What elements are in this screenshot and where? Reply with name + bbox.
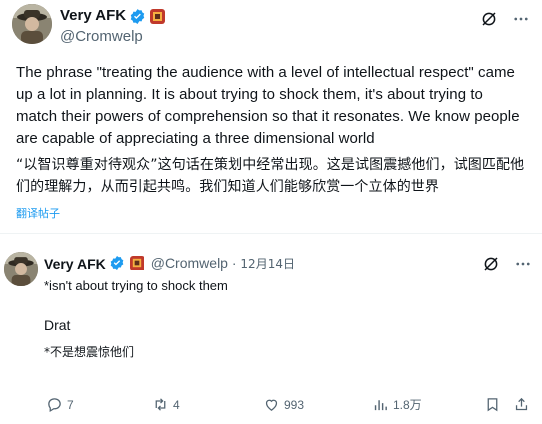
post-text: The phrase "treating the audience with a… [16, 64, 520, 147]
reply-handle[interactable]: @Cromwelp [151, 255, 228, 271]
reply-avatar[interactable] [4, 252, 38, 286]
avatar-image [4, 252, 38, 286]
affiliate-badge-icon [150, 8, 166, 24]
grok-icon[interactable] [482, 255, 500, 273]
display-name[interactable]: Very AFK [60, 6, 126, 26]
reply-count: 7 [67, 397, 74, 412]
share-button[interactable] [513, 396, 530, 413]
translate-post-link[interactable]: 翻译帖子 [16, 205, 60, 221]
like-count: 993 [284, 397, 305, 412]
avatar-image [12, 4, 52, 44]
reply-date[interactable]: 12月14日 [240, 257, 295, 271]
more-icon[interactable] [512, 10, 530, 28]
reply-icon [46, 396, 63, 413]
grok-icon[interactable] [480, 10, 498, 28]
bookmark-button[interactable] [484, 396, 501, 413]
post-header: Very AFK @Cromwelp [60, 6, 530, 46]
divider [0, 233, 542, 234]
repost-button[interactable]: 4 [152, 396, 180, 413]
reply-display-name[interactable]: Very AFK [44, 255, 106, 273]
share-icon [513, 396, 530, 413]
views-button[interactable]: 1.8万 [372, 396, 422, 413]
post-translation: “以智识尊重对待观众”这句话在策划中经常出现。这是试图震撼他们，试图匹配他们的理… [16, 157, 525, 195]
avatar[interactable] [12, 4, 52, 44]
repost-icon [152, 396, 169, 413]
verified-badge-icon [129, 8, 146, 25]
more-icon[interactable] [514, 255, 532, 273]
reply-text-line: Drat [44, 317, 71, 333]
repost-count: 4 [173, 397, 180, 412]
action-bar: 7 4 993 1.8万 [0, 396, 542, 416]
verified-badge-icon [109, 255, 126, 272]
views-icon [372, 396, 389, 413]
reply-header: Very AFK @Cromwelp · 12月14日 [44, 254, 532, 273]
meta-separator: · [231, 255, 237, 271]
reply-text-line: *不是想震惊他们 [44, 345, 135, 359]
like-button[interactable]: 993 [263, 396, 304, 413]
handle[interactable]: @Cromwelp [60, 27, 530, 47]
reply-button[interactable]: 7 [46, 396, 74, 413]
affiliate-badge-icon [129, 256, 145, 271]
reply-text-line: *isn't about trying to shock them [44, 278, 228, 293]
views-count: 1.8万 [393, 398, 422, 412]
like-icon [263, 396, 280, 413]
bookmark-icon [484, 396, 501, 413]
